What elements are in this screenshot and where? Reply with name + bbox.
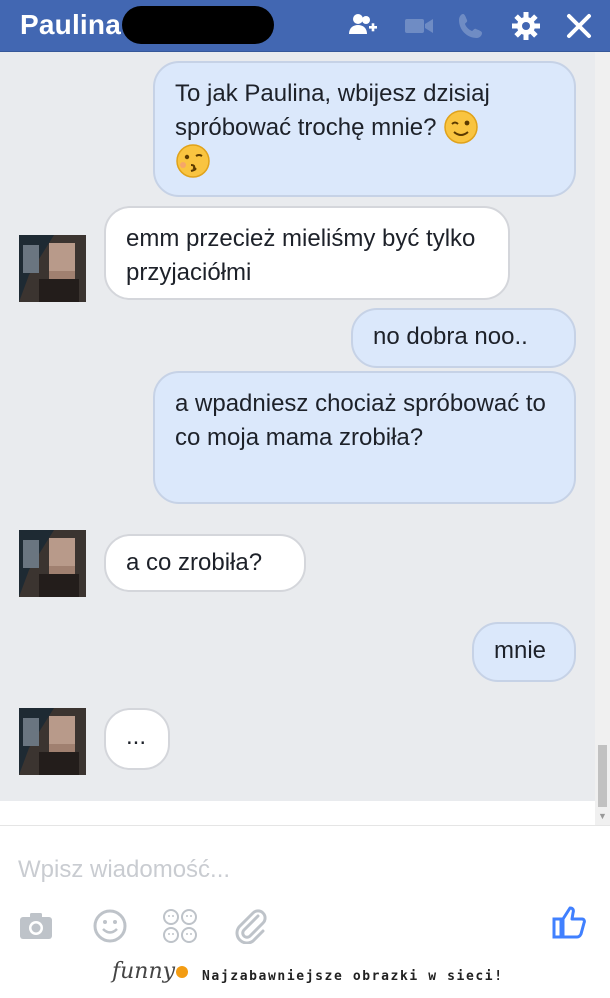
contact-avatar[interactable] <box>19 708 86 775</box>
message-bubble-incoming: ... <box>104 708 170 770</box>
message-input[interactable] <box>18 853 578 887</box>
message-bubble-incoming: a co zrobiła? <box>104 534 306 592</box>
message-bubble-incoming: emm przecież mieliśmy być tylko przyjaci… <box>104 206 510 300</box>
site-logo: funny <box>112 959 189 993</box>
message-bubble-outgoing: To jak Paulina, wbijesz dzisiaj spróbowa… <box>153 61 576 197</box>
contact-avatar[interactable] <box>19 235 86 302</box>
redacted-surname <box>122 6 274 44</box>
contact-avatar[interactable] <box>19 530 86 597</box>
logo-dot <box>176 966 189 978</box>
scroll-down-icon[interactable]: ▼ <box>597 810 608 822</box>
message-text: a wpadniesz chociaż spróbować to co moja… <box>175 390 546 451</box>
video-call-icon[interactable] <box>403 10 435 42</box>
camera-icon[interactable] <box>18 908 54 944</box>
message-text: emm przecież mieliśmy być tylko przyjaci… <box>126 225 476 286</box>
message-bubble-outgoing: a wpadniesz chociaż spróbować to co moja… <box>153 371 576 504</box>
message-text: ... <box>126 723 147 750</box>
like-icon[interactable] <box>551 904 587 940</box>
message-bubble-outgoing: mnie <box>472 622 576 682</box>
wink-emoji <box>443 109 479 145</box>
message-text: mnie <box>494 637 547 664</box>
add-people-icon[interactable] <box>347 10 379 42</box>
message-bubble-outgoing: no dobra noo.. <box>351 308 576 368</box>
thread-scrollbar[interactable] <box>595 52 610 825</box>
message-text: no dobra noo.. <box>373 323 528 350</box>
gear-icon[interactable] <box>510 10 542 42</box>
kiss-emoji <box>175 143 211 179</box>
stickers-icon[interactable] <box>162 908 198 944</box>
message-text: a co zrobiła? <box>126 549 263 576</box>
site-footer: funny Najzabawniejsze obrazki w sieci! <box>0 955 610 998</box>
close-icon[interactable] <box>563 10 595 42</box>
contact-name[interactable]: Paulina <box>20 9 121 41</box>
smiley-icon[interactable] <box>92 908 128 944</box>
site-tagline: Najzabawniejsze obrazki w sieci! <box>202 969 504 984</box>
scrollbar-thumb[interactable] <box>598 745 607 807</box>
chat-header: Paulina <box>0 0 610 52</box>
message-composer <box>0 825 610 945</box>
attachment-icon[interactable] <box>232 908 268 944</box>
phone-icon[interactable] <box>455 10 487 42</box>
